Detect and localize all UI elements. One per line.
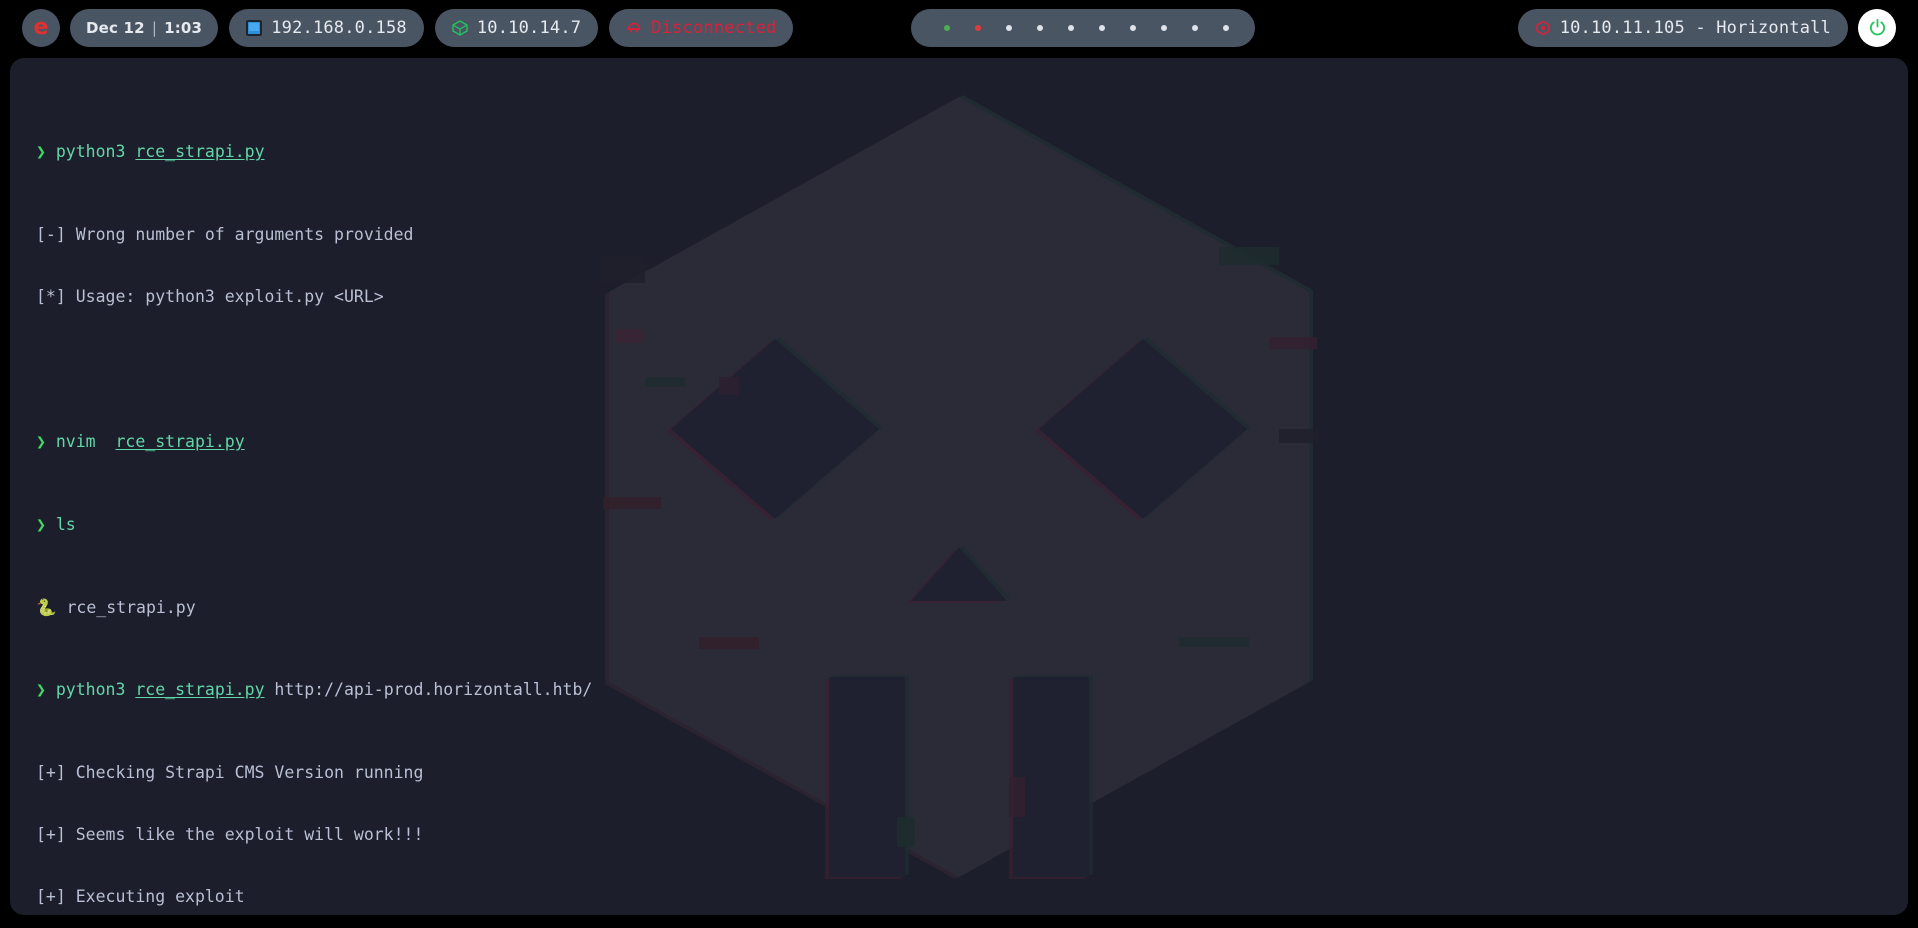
monitor-icon bbox=[246, 19, 263, 36]
launcher-icon: e bbox=[33, 14, 49, 40]
workspace-dot[interactable] bbox=[1068, 24, 1075, 31]
prompt-arrow: ❯ bbox=[36, 431, 46, 451]
workspace-dot[interactable] bbox=[975, 24, 982, 31]
terminal-line: ❯ python3 rce_strapi.py http://api-prod.… bbox=[36, 680, 1882, 701]
command-arg: http://api-prod.horizontall.htb/ bbox=[264, 680, 593, 700]
power-icon bbox=[1869, 18, 1885, 36]
command-text: nvim bbox=[55, 431, 116, 451]
file-link[interactable]: rce_strapi.py bbox=[135, 680, 264, 699]
terminal-line: ❯ python3 rce_strapi.py bbox=[36, 142, 1882, 163]
command-text: python3 bbox=[55, 680, 136, 700]
python-icon: 🐍 bbox=[36, 597, 57, 617]
prompt-arrow: ❯ bbox=[36, 514, 46, 534]
terminal-output[interactable]: ❯ python3 rce_strapi.py [-] Wrong number… bbox=[10, 58, 1908, 915]
lan-ip-widget[interactable]: 192.168.0.158 bbox=[229, 8, 424, 47]
workspace-dot[interactable] bbox=[1037, 24, 1044, 31]
workspace-dot[interactable] bbox=[1192, 24, 1199, 31]
file-name[interactable]: rce_strapi.py bbox=[66, 598, 195, 617]
launcher-button[interactable]: e bbox=[22, 8, 60, 47]
terminal-line: ❯ ls bbox=[36, 515, 1882, 536]
command-text: python3 bbox=[55, 142, 136, 162]
workspace-dot[interactable] bbox=[944, 24, 951, 31]
terminal-line: [-] Wrong number of arguments provided bbox=[36, 224, 414, 244]
file-link[interactable]: rce_strapi.py bbox=[135, 142, 264, 161]
target-machine-label: 10.10.11.105 - Horizontall bbox=[1559, 17, 1831, 38]
terminal-line: [+] Seems like the exploit will work!!! bbox=[36, 825, 424, 845]
clock-separator: | bbox=[151, 18, 158, 37]
power-button[interactable] bbox=[1858, 8, 1896, 47]
vpn-status-label: Disconnected bbox=[651, 17, 777, 38]
terminal-line: [+] Executing exploit bbox=[36, 887, 245, 907]
vpn-ip-widget[interactable]: 10.10.14.7 bbox=[434, 8, 599, 47]
terminal-line: 🐍 rce_strapi.py bbox=[36, 598, 1882, 619]
top-bar: e Dec 12 | 1:03 192.168.0.158 10.10.14.7 bbox=[0, 0, 1918, 55]
lan-ip-label: 192.168.0.158 bbox=[271, 17, 407, 38]
plug-disconnected-icon bbox=[626, 20, 642, 36]
file-link[interactable]: rce_strapi.py bbox=[115, 432, 244, 451]
workspace-dot[interactable] bbox=[1099, 24, 1106, 31]
clock-date: Dec 12 bbox=[86, 18, 145, 37]
clock-widget[interactable]: Dec 12 | 1:03 bbox=[70, 8, 219, 47]
workspace-dot[interactable] bbox=[1223, 24, 1230, 31]
workspace-dot[interactable] bbox=[1006, 24, 1013, 31]
vpn-ip-label: 10.10.14.7 bbox=[476, 17, 582, 38]
prompt-arrow: ❯ bbox=[36, 142, 46, 162]
workspace-dot[interactable] bbox=[1161, 24, 1168, 31]
command-text: ls bbox=[55, 514, 76, 534]
cube-icon bbox=[452, 19, 468, 36]
workspace-dot[interactable] bbox=[1130, 24, 1137, 31]
prompt-arrow: ❯ bbox=[36, 680, 46, 700]
vpn-status-widget[interactable]: Disconnected bbox=[609, 8, 794, 47]
target-machine-widget[interactable]: 10.10.11.105 - Horizontall bbox=[1517, 8, 1848, 47]
crosshair-icon bbox=[1535, 20, 1551, 36]
terminal-line: [+] Checking Strapi CMS Version running bbox=[36, 763, 424, 783]
terminal-line: ❯ nvim rce_strapi.py bbox=[36, 432, 1882, 453]
workspace-switcher[interactable] bbox=[911, 8, 1256, 47]
terminal-line: [*] Usage: python3 exploit.py <URL> bbox=[36, 287, 384, 307]
terminal-window[interactable]: ❯ python3 rce_strapi.py [-] Wrong number… bbox=[10, 58, 1908, 915]
clock-time: 1:03 bbox=[164, 18, 203, 37]
